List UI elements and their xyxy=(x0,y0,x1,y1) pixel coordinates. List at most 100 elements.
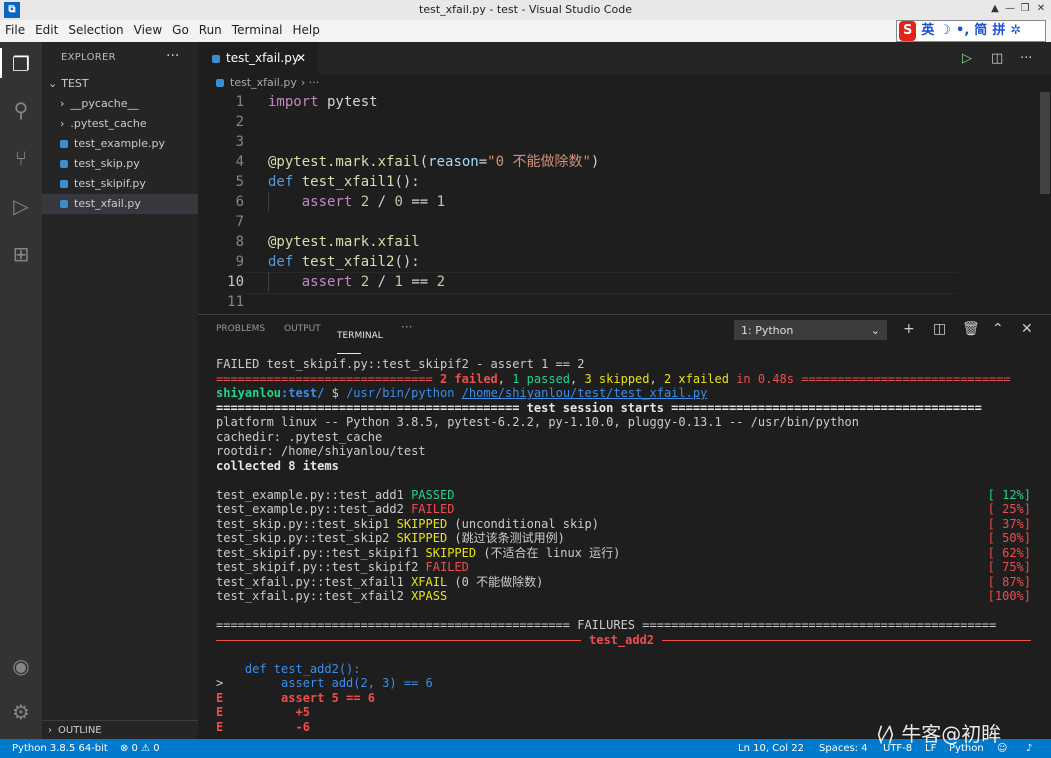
title-bar: ⧉ test_xfail.py - test - Visual Studio C… xyxy=(0,0,1051,20)
code-line: @pytest.mark.xfail(reason="0 不能做除数") xyxy=(268,154,600,170)
line-number: 8 xyxy=(235,234,244,250)
editor-scrollbar[interactable] xyxy=(1040,92,1050,194)
tab-problems[interactable]: PROBLEMS xyxy=(216,324,265,334)
terminal-select[interactable]: 1: Python ⌄ xyxy=(734,320,887,340)
menu-help[interactable]: Help xyxy=(288,20,325,37)
menu-selection[interactable]: Selection xyxy=(63,20,128,37)
code-line: assert 2 / 1 == 2 xyxy=(301,274,446,290)
chevron-right-icon: › xyxy=(60,117,65,130)
line-number: 4 xyxy=(235,154,244,170)
test-result-row: test_example.py::test_add1 PASSED xyxy=(216,487,455,502)
tree-item-test-skip[interactable]: test_skip.py xyxy=(42,154,198,174)
watermark: ⟨⁄⟩ 牛客@初眸 xyxy=(876,722,1002,746)
run-debug-icon[interactable]: ▷ xyxy=(9,194,33,218)
python-interpreter[interactable]: Python 3.8.5 64-bit xyxy=(12,739,108,758)
split-editor-icon[interactable]: ◫ xyxy=(991,51,1003,66)
test-progress: [ 12%] xyxy=(987,487,1031,502)
manage-gear-icon[interactable]: ⚙ xyxy=(9,700,33,724)
tree-item-pytest-cache[interactable]: › .pytest_cache xyxy=(42,114,198,134)
menu-terminal[interactable]: Terminal xyxy=(227,20,288,37)
explorer-icon[interactable]: ❐ xyxy=(9,52,33,76)
moon-icon[interactable]: ☽ xyxy=(939,21,951,41)
sogou-logo[interactable]: S xyxy=(899,21,917,41)
watermark-icon: ⟨⁄⟩ xyxy=(876,722,902,746)
terminal-line: cachedir: .pytest_cache xyxy=(216,429,383,444)
tree-item-test-xfail[interactable]: test_xfail.py xyxy=(42,194,198,214)
more-panel-tabs-icon[interactable]: ··· xyxy=(401,320,412,334)
line-number: 3 xyxy=(235,134,244,150)
code-editor[interactable]: 1 import pytest 2 3 4 @pytest.mark.xfail(r… xyxy=(198,92,1038,314)
activity-bar: ❐ ⚲ ⑂ ▷ ⊞ ◉ ⚙ xyxy=(0,42,42,739)
close-panel-icon[interactable]: ✕ xyxy=(1021,321,1033,337)
failure-title: test_add2 xyxy=(589,632,655,647)
tab-test-xfail[interactable]: test_xfail.py ✕ xyxy=(198,42,318,74)
indent-guide xyxy=(268,192,269,212)
test-progress: [ 37%] xyxy=(987,516,1031,531)
line-number: 5 xyxy=(235,174,244,190)
maximize-panel-icon[interactable]: ⌃ xyxy=(992,321,1004,337)
trace-error-line: E -6 xyxy=(216,719,310,734)
tab-terminal[interactable]: TERMINAL xyxy=(337,324,383,354)
tab-output[interactable]: OUTPUT xyxy=(284,324,321,334)
ime-toolbar: S 英 ☽ •, 简拼 ✲ xyxy=(896,20,1046,42)
code-line: import pytest xyxy=(268,94,378,110)
line-number: 10 xyxy=(227,274,244,290)
test-result-row: test_skipif.py::test_skipif1 SKIPPED (不适… xyxy=(216,545,621,560)
trace-error-line: E +5 xyxy=(216,705,310,719)
test-result-row: test_skip.py::test_skip1 SKIPPED (uncond… xyxy=(216,516,599,531)
menu-file[interactable]: File xyxy=(0,20,30,37)
search-icon[interactable]: ⚲ xyxy=(9,98,33,122)
test-progress: [100%] xyxy=(987,589,1031,603)
indentation[interactable]: Spaces: 4 xyxy=(819,739,868,758)
source-control-icon[interactable]: ⑂ xyxy=(9,146,33,170)
account-icon[interactable]: ◉ xyxy=(9,654,33,678)
cursor-position[interactable]: Ln 10, Col 22 xyxy=(738,739,804,758)
tree-item-test-skipif[interactable]: test_skipif.py xyxy=(42,174,198,194)
line-number: 9 xyxy=(235,254,244,270)
test-result-row: test_xfail.py::test_xfail2 XPASS xyxy=(216,589,448,603)
close-window-button[interactable]: ✕ xyxy=(1034,2,1048,16)
minimize-button[interactable]: — xyxy=(1003,2,1017,16)
menu-go[interactable]: Go xyxy=(167,20,194,37)
chevron-right-icon: › xyxy=(48,725,52,736)
active-indicator xyxy=(0,48,2,78)
folder-test[interactable]: ⌄ TEST xyxy=(42,74,198,94)
run-file-icon[interactable]: ▷ xyxy=(962,51,972,66)
ime-simplified[interactable]: 简 xyxy=(974,21,987,41)
trash-icon[interactable]: 🗑 xyxy=(962,321,980,337)
trace-error-line: E assert 5 == 6 xyxy=(216,690,375,705)
punct-icon[interactable]: •, xyxy=(956,21,969,41)
close-tab-icon[interactable]: ✕ xyxy=(296,42,306,74)
terminal-line: platform linux -- Python 3.8.5, pytest-6… xyxy=(216,415,859,429)
terminal-line: collected 8 items xyxy=(216,458,339,473)
line-number: 1 xyxy=(235,94,244,110)
code-line: def test_xfail2(): xyxy=(268,254,420,270)
failures-header: ========================================… xyxy=(216,618,997,632)
more-editor-actions-icon[interactable]: ··· xyxy=(1020,51,1032,66)
minimize-icon[interactable]: ▲ xyxy=(988,2,1002,16)
chevron-down-icon: ⌄ xyxy=(870,324,880,337)
ime-pinyin[interactable]: 拼 xyxy=(992,21,1005,41)
tree-item-pycache[interactable]: › __pycache__ xyxy=(42,94,198,114)
line-number: 2 xyxy=(235,114,244,130)
outline-section[interactable]: › OUTLINE xyxy=(42,720,198,740)
bell-icon[interactable]: ♪ xyxy=(1026,739,1032,758)
menu-view[interactable]: View xyxy=(129,20,167,37)
python-file-icon xyxy=(60,180,68,188)
test-result-row: test_skip.py::test_skip2 SKIPPED (跳过该条测试… xyxy=(216,531,565,545)
tree-item-test-example[interactable]: test_example.py xyxy=(42,134,198,154)
settings-icon[interactable]: ✲ xyxy=(1010,21,1021,41)
ime-lang[interactable]: 英 xyxy=(921,21,934,41)
python-file-icon xyxy=(216,79,224,87)
line-number: 11 xyxy=(227,294,244,310)
extensions-icon[interactable]: ⊞ xyxy=(9,242,33,266)
problems-count[interactable]: ⊗ 0 ⚠ 0 xyxy=(120,739,160,758)
new-terminal-icon[interactable]: + xyxy=(903,321,915,337)
restore-button[interactable]: ❐ xyxy=(1018,2,1032,16)
test-progress: [ 87%] xyxy=(987,574,1031,589)
split-terminal-icon[interactable]: ◫ xyxy=(933,321,946,337)
menu-edit[interactable]: Edit xyxy=(30,20,63,37)
terminal-line: rootdir: /home/shiyanlou/test xyxy=(216,444,426,458)
menu-run[interactable]: Run xyxy=(194,20,227,37)
more-actions-icon[interactable]: ··· xyxy=(166,48,179,64)
